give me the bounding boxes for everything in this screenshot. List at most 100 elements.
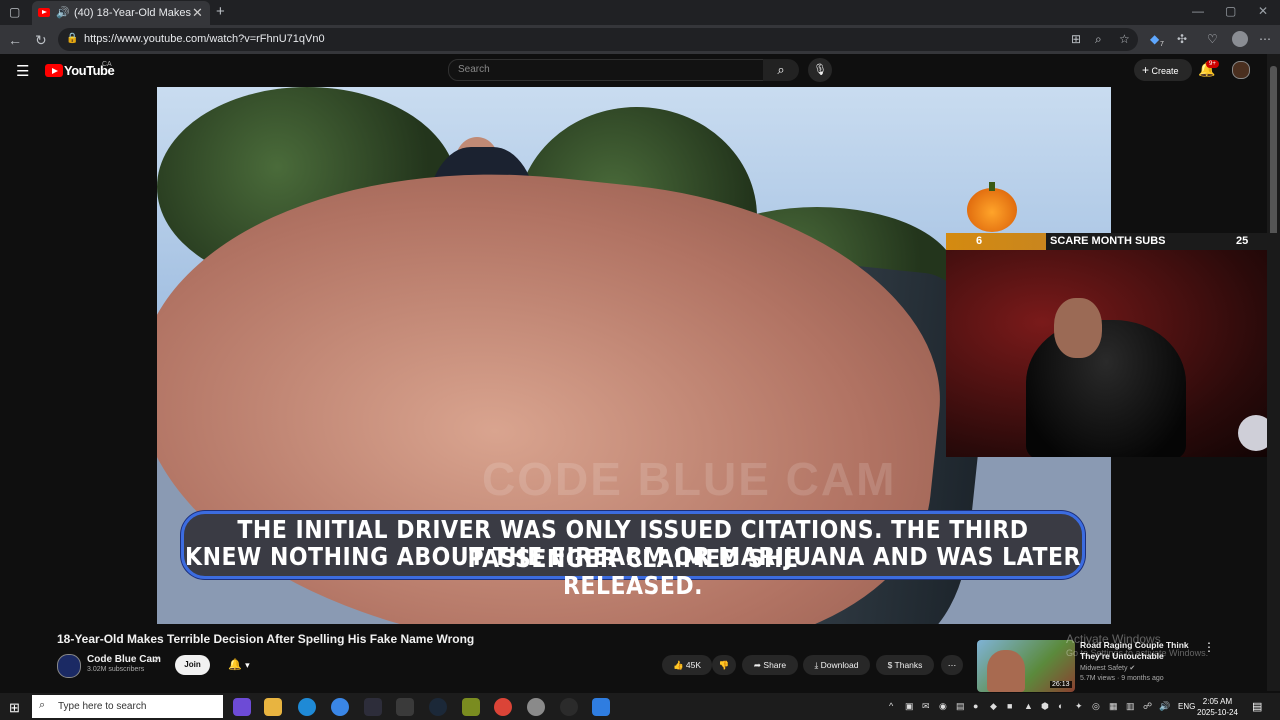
url-field[interactable]: 🔒 https://www.youtube.com/watch?v=rFhnU7…	[58, 28, 1138, 51]
more-actions-button[interactable]: ⋯	[941, 655, 963, 675]
thanks-label: Thanks	[894, 660, 923, 670]
tray-app-icon[interactable]: ◎	[1092, 701, 1100, 712]
recommended-channel-name: Midwest Safety	[1080, 665, 1128, 672]
scrollbar-thumb[interactable]	[1270, 66, 1277, 246]
download-icon: ⤓	[814, 660, 819, 670]
tray-app-icon[interactable]: ✦	[1075, 701, 1083, 712]
pumpkin-icon	[967, 182, 1017, 232]
edge-app-icon[interactable]	[331, 698, 349, 716]
clock-time: 2:05 AM	[1202, 697, 1233, 706]
favorite-star-icon[interactable]: ☆	[1119, 32, 1130, 46]
steam-icon[interactable]	[429, 698, 447, 716]
dislike-button[interactable]: 👎	[712, 655, 736, 675]
chevron-down-icon: ▾	[245, 660, 250, 670]
volume-icon[interactable]: 🔊	[1159, 701, 1170, 712]
back-icon[interactable]: ←	[8, 32, 22, 48]
tray-app-icon[interactable]: ▦	[1109, 701, 1118, 712]
download-button[interactable]: ⤓ Download	[803, 655, 870, 675]
taskbar-search-field[interactable]: ⌕ Type here to search	[32, 695, 223, 718]
caption-line-2: KNEW NOTHING ABOUT THE FIREARM OR MARIJU…	[185, 543, 1081, 601]
lock-icon[interactable]: 🔒	[66, 33, 78, 44]
new-tab-icon[interactable]: +	[216, 3, 225, 20]
extension-icon[interactable]: ◆	[1150, 32, 1159, 46]
copilot-icon[interactable]	[233, 698, 251, 716]
clock-date: 2025-10-24	[1197, 708, 1238, 717]
menu-icon[interactable]: ☰	[16, 62, 29, 80]
channel-name[interactable]: Code Blue Cam	[87, 654, 161, 665]
edge-pwa-icon[interactable]	[592, 698, 610, 716]
app-icon[interactable]	[364, 698, 382, 716]
refresh-icon[interactable]: ↻	[35, 32, 47, 49]
subscription-bell-button[interactable]: 🔔 ▾	[220, 655, 258, 675]
video-title: 18-Year-Old Makes Terrible Decision Afte…	[57, 632, 475, 646]
tray-app-icon[interactable]: ◉	[939, 701, 947, 712]
url-text: https://www.youtube.com/watch?v=rFhnU71q…	[84, 33, 325, 45]
youtube-logo-icon[interactable]	[45, 64, 63, 77]
account-avatar[interactable]	[1232, 61, 1250, 79]
search-input[interactable]: Search	[448, 59, 764, 81]
extensions-puzzle-icon[interactable]: ✣	[1177, 32, 1187, 46]
obs-icon[interactable]	[560, 698, 578, 716]
tray-app-icon[interactable]: ▣	[905, 701, 914, 712]
share-label: Share	[763, 660, 787, 670]
tab-title: (40) 18-Year-Old Makes Terri	[74, 7, 192, 19]
close-tab-icon[interactable]: ✕	[192, 5, 203, 21]
subs-current: 6	[976, 235, 983, 247]
app-icon[interactable]	[527, 698, 545, 716]
share-button[interactable]: ➦ Share	[742, 655, 798, 675]
webcam-overlay	[946, 250, 1267, 457]
settings-gear-icon[interactable]	[396, 698, 414, 716]
voice-search-button[interactable]: 🎙	[808, 58, 832, 82]
tray-app-icon[interactable]: ●	[973, 701, 978, 711]
webcam-person-body	[1026, 320, 1186, 457]
notification-center-icon[interactable]: ▤	[1252, 700, 1262, 713]
join-button[interactable]: Join	[175, 655, 210, 675]
create-button[interactable]: + Create	[1134, 59, 1192, 81]
recommended-meta: 5.7M views · 9 months ago	[1080, 675, 1164, 682]
share-icon: ➦	[753, 660, 762, 670]
browser-essentials-icon[interactable]: ♡	[1207, 32, 1218, 46]
search-icon: ⌕	[39, 699, 46, 711]
maximize-icon[interactable]: ▢	[1225, 4, 1236, 18]
network-icon[interactable]: ☍	[1143, 701, 1152, 712]
thumbs-down-icon: 👎	[718, 660, 730, 670]
taskbar-clock[interactable]: 2:05 AM 2025-10-24	[1197, 696, 1238, 718]
apps-icon[interactable]: ⊞	[1071, 32, 1081, 46]
profile-avatar[interactable]	[1232, 31, 1248, 47]
tray-app-icon[interactable]: ▲	[1024, 701, 1033, 711]
notes-app-icon[interactable]	[462, 698, 480, 716]
settings-more-icon[interactable]: ⋯	[1259, 32, 1271, 46]
close-window-icon[interactable]: ✕	[1258, 4, 1268, 18]
search-icon: ⌕	[777, 62, 785, 77]
tray-app-icon[interactable]: ◆	[990, 701, 997, 712]
tab-actions-icon[interactable]: ▢	[9, 5, 20, 19]
thanks-button[interactable]: $ Thanks	[876, 655, 934, 675]
minimize-icon[interactable]: —	[1192, 4, 1204, 18]
channel-avatar[interactable]	[57, 654, 81, 678]
browser-tab[interactable]: 🔊 (40) 18-Year-Old Makes Terri ✕	[32, 1, 210, 25]
chrome-icon[interactable]	[494, 698, 512, 716]
search-placeholder: Search	[458, 64, 490, 75]
recommended-duration: 26:13	[1050, 681, 1072, 688]
tray-app-icon[interactable]: ✉	[922, 701, 930, 712]
windows-start-icon[interactable]: ⊞	[9, 700, 20, 716]
speaker-icon[interactable]: 🔊	[56, 6, 70, 19]
tray-overflow-icon[interactable]: ^	[889, 701, 893, 711]
input-language[interactable]: ENG	[1178, 702, 1195, 711]
create-label: Create	[1151, 66, 1179, 76]
tray-app-icon[interactable]: ▥	[1126, 701, 1135, 712]
tray-app-icon[interactable]: ▤	[956, 701, 965, 712]
download-label: Download	[820, 660, 859, 670]
thumbnail-person	[987, 650, 1025, 692]
tray-app-icon[interactable]: ■	[1007, 701, 1012, 711]
tray-app-icon[interactable]: ⬢	[1041, 701, 1049, 712]
more-icon: ⋯	[947, 660, 957, 670]
like-button[interactable]: 👍 45K	[662, 655, 712, 675]
subs-goal: 25	[1236, 235, 1249, 247]
edge-icon[interactable]	[298, 698, 316, 716]
search-button[interactable]: ⌕	[763, 59, 799, 81]
zoom-icon[interactable]: ⌕	[1095, 32, 1102, 47]
tray-app-icon[interactable]: ◐	[1058, 701, 1063, 711]
file-explorer-icon[interactable]	[264, 698, 282, 716]
thumbs-up-icon: 👍	[672, 660, 684, 670]
